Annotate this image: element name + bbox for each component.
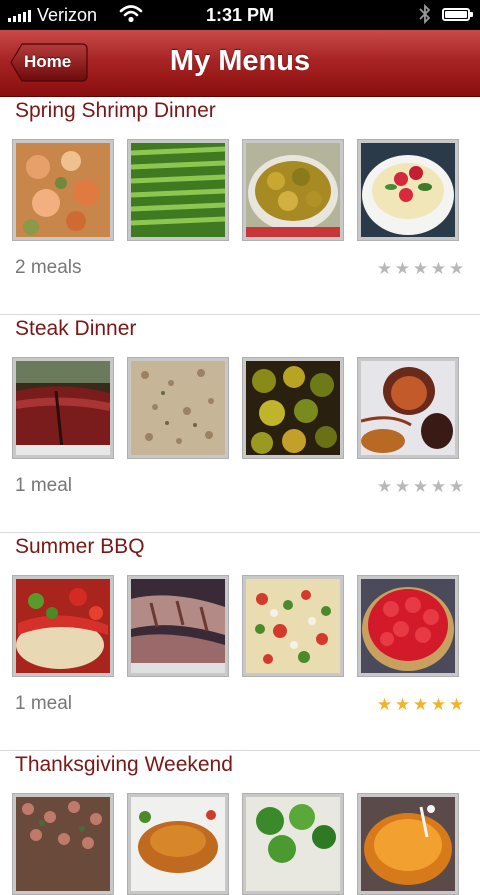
- thumbnail-risotto[interactable]: [127, 357, 229, 459]
- rating-stars[interactable]: ★ ★ ★ ★ ★: [376, 259, 465, 279]
- menu-title: Thanksgiving Weekend: [15, 753, 233, 776]
- thumbnail-stuffing[interactable]: [12, 793, 114, 895]
- thumbnail-row: [12, 575, 468, 677]
- menu-card[interactable]: Steak Dinner 1 meal ★ ★ ★ ★ ★: [0, 315, 480, 533]
- star-icon: ★: [376, 695, 393, 714]
- star-icon: ★: [448, 259, 465, 278]
- thumbnail-brussels-sprouts[interactable]: [242, 357, 344, 459]
- thumbnail-figs[interactable]: [357, 357, 459, 459]
- star-icon: ★: [394, 477, 411, 496]
- menu-title: Summer BBQ: [15, 535, 145, 558]
- star-icon: ★: [394, 695, 411, 714]
- menu-title: Spring Shrimp Dinner: [15, 99, 216, 122]
- star-icon: ★: [394, 259, 411, 278]
- star-icon: ★: [448, 695, 465, 714]
- navigation-bar: Home My Menus: [0, 30, 480, 97]
- page-title: My Menus: [169, 45, 311, 77]
- thumbnail-row: [12, 139, 468, 241]
- thumbnail-row: [12, 357, 468, 459]
- meal-count: 1 meal: [15, 475, 73, 496]
- thumbnail-steak[interactable]: [12, 357, 114, 459]
- thumbnail-broccoli[interactable]: [242, 793, 344, 895]
- menu-card[interactable]: Spring Shrimp Dinner 2 meals ★ ★ ★ ★ ★: [0, 97, 480, 315]
- meal-count: 1 meal: [15, 693, 73, 714]
- thumbnail-panna-cotta[interactable]: [357, 139, 459, 241]
- star-icon: ★: [430, 259, 447, 278]
- star-icon: ★: [376, 259, 393, 278]
- thumbnail-bruschetta[interactable]: [12, 575, 114, 677]
- menu-list: Spring Shrimp Dinner 2 meals ★ ★ ★ ★ ★ Steak…: [0, 97, 480, 895]
- thumbnail-potatoes[interactable]: [242, 139, 344, 241]
- meal-count: 2 meals: [15, 257, 82, 278]
- rating-stars[interactable]: ★ ★ ★ ★ ★: [376, 695, 465, 715]
- thumbnail-pasta-salad[interactable]: [242, 575, 344, 677]
- thumbnail-asparagus[interactable]: [127, 139, 229, 241]
- star-icon: ★: [430, 695, 447, 714]
- menu-title: Steak Dinner: [15, 317, 137, 340]
- thumbnail-ribs[interactable]: [127, 575, 229, 677]
- star-icon: ★: [376, 477, 393, 496]
- thumbnail-shrimp[interactable]: [12, 139, 114, 241]
- clock: 1:31 PM: [205, 5, 275, 25]
- status-bar: Verizon 1:31 PM: [0, 0, 480, 30]
- star-icon: ★: [412, 259, 429, 278]
- menu-card[interactable]: Thanksgiving Weekend: [0, 751, 480, 895]
- star-icon: ★: [412, 477, 429, 496]
- star-icon: ★: [430, 477, 447, 496]
- thumbnail-berry-tart[interactable]: [357, 575, 459, 677]
- battery-icon: [442, 8, 473, 21]
- thumbnail-turkey[interactable]: [127, 793, 229, 895]
- star-icon: ★: [448, 477, 465, 496]
- rating-stars[interactable]: ★ ★ ★ ★ ★: [376, 477, 465, 497]
- thumbnail-pumpkin-soup[interactable]: [357, 793, 459, 895]
- star-icon: ★: [412, 695, 429, 714]
- thumbnail-row: [12, 793, 468, 895]
- menu-card[interactable]: Summer BBQ 1 meal ★ ★ ★ ★ ★: [0, 533, 480, 751]
- bluetooth-icon: [419, 4, 431, 24]
